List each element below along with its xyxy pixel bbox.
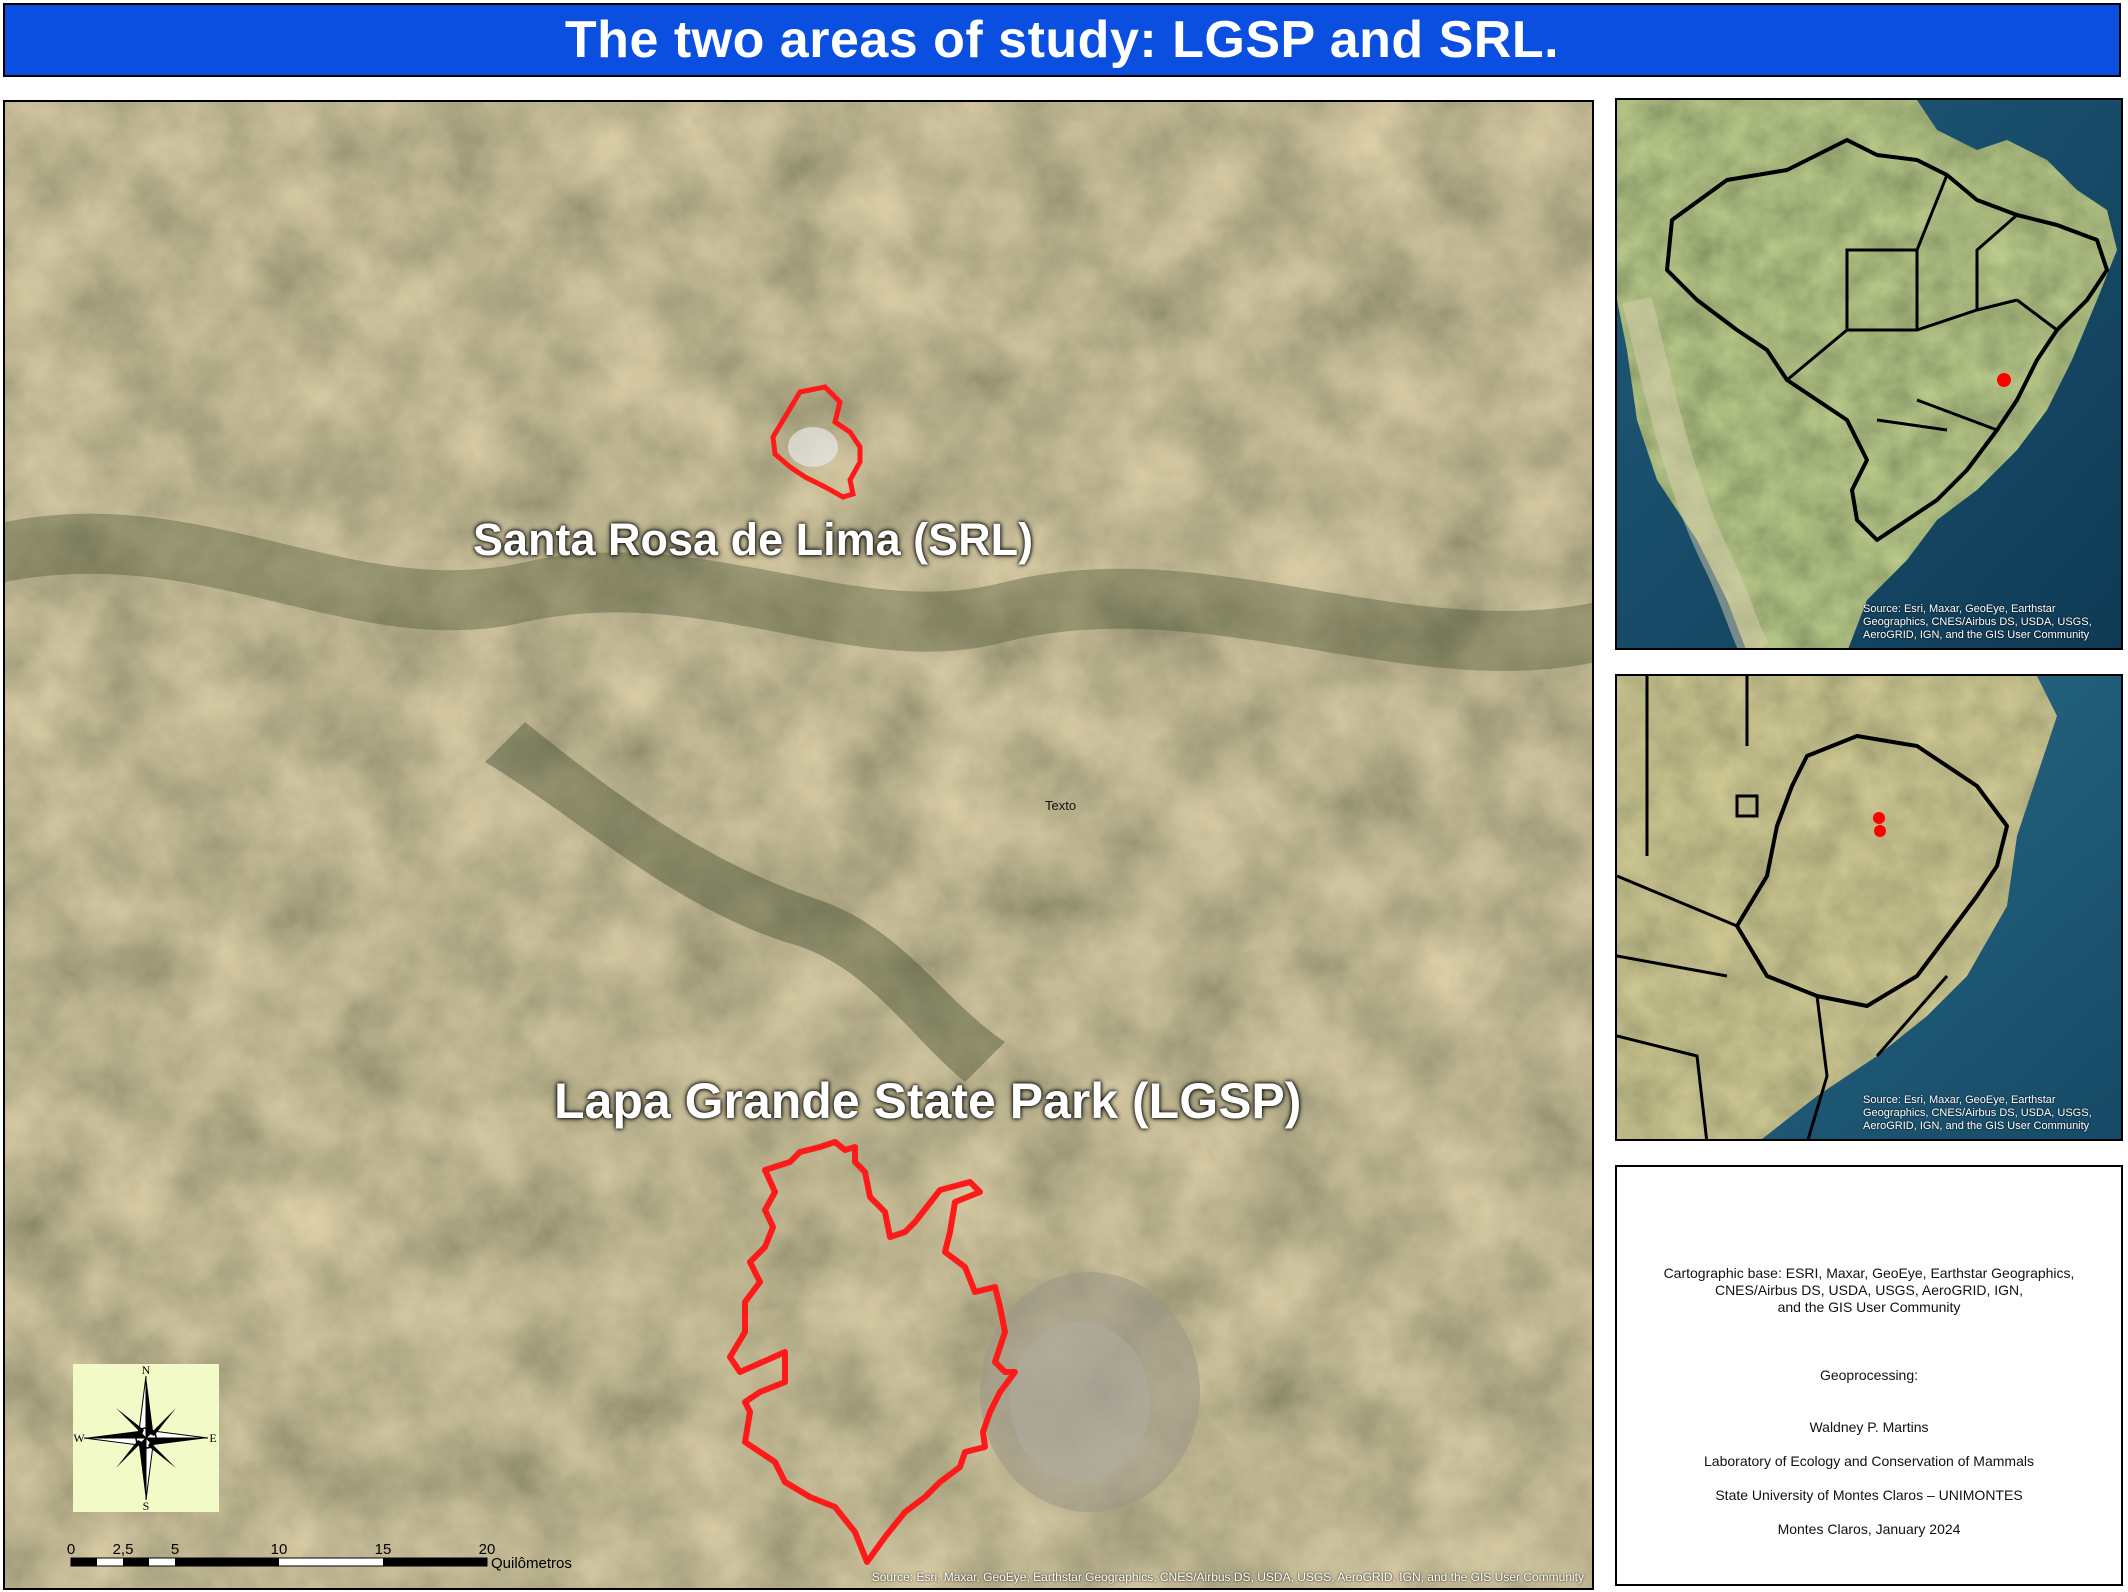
- credit-university: State University of Montes Claros – UNIM…: [1715, 1487, 2023, 1503]
- region-marker-lgsp: [1874, 825, 1886, 837]
- title-bar: The two areas of study: LGSP and SRL.: [3, 3, 2121, 77]
- inset-region-imagery: [1617, 676, 2121, 1139]
- compass-n: N: [142, 1364, 151, 1377]
- satellite-imagery: [5, 102, 1592, 1588]
- compass-rose-icon: N S E W: [73, 1363, 216, 1513]
- attribution: Source: Esri, Maxar, GeoEye, Earthstar G…: [871, 1570, 1584, 1584]
- credit-cartographic-base-2: CNES/Airbus DS, USDA, USGS, AeroGRID, IG…: [1714, 1282, 2024, 1298]
- scale-tick-0: 0: [67, 1541, 75, 1558]
- credit-place-date: Montes Claros, January 2024: [1777, 1521, 1961, 1537]
- scale-tick-3: 10: [271, 1541, 288, 1558]
- page-title: The two areas of study: LGSP and SRL.: [564, 11, 1560, 69]
- scale-tick-1: 2,5: [113, 1541, 134, 1558]
- credit-lab: Laboratory of Ecology and Conservation o…: [1704, 1453, 2034, 1469]
- scale-tick-2: 5: [171, 1541, 179, 1558]
- compass-e: E: [209, 1431, 216, 1445]
- compass-w: W: [73, 1431, 85, 1445]
- credit-geoprocessing: Geoprocessing:: [1819, 1367, 1919, 1383]
- credit-cartographic-base: Cartographic base: ESRI, Maxar, GeoEye, …: [1663, 1265, 2075, 1281]
- region-marker-srl: [1873, 812, 1885, 824]
- compass-s: S: [143, 1499, 150, 1512]
- inset-region-map[interactable]: Source: Esri, Maxar, GeoEye, Earthstar G…: [1615, 674, 2123, 1141]
- study-area-marker: [1997, 373, 2011, 387]
- scale-tick-4: 15: [375, 1541, 392, 1558]
- lgsp-label: Lapa Grande State Park (LGSP): [554, 1073, 1302, 1129]
- scale-bar: 0 2,5 5 10 15 20 Quilômetros: [67, 1534, 587, 1588]
- north-arrow: N S E W: [73, 1363, 219, 1513]
- credit-author: Waldney P. Martins: [1809, 1419, 1929, 1435]
- inset-brazil-map[interactable]: Source: Esri, Maxar, GeoEye, Earthstar G…: [1615, 98, 2123, 650]
- placeholder-text: Texto: [1045, 798, 1077, 813]
- inset-brazil-attribution: Source: Esri, Maxar, GeoEye, Earthstar G…: [1863, 603, 2092, 641]
- main-map[interactable]: Santa Rosa de Lima (SRL) Lapa Grande Sta…: [3, 100, 1594, 1590]
- credit-cartographic-base-3: and the GIS User Community: [1777, 1299, 1961, 1315]
- srl-label: Santa Rosa de Lima (SRL): [473, 514, 1034, 565]
- inset-brazil-imagery: [1617, 100, 2121, 648]
- inset-region-attribution: Source: Esri, Maxar, GeoEye, Earthstar G…: [1863, 1094, 2092, 1132]
- credits-panel: Cartographic base: ESRI, Maxar, GeoEye, …: [1615, 1165, 2123, 1586]
- scale-unit: Quilômetros: [491, 1555, 572, 1572]
